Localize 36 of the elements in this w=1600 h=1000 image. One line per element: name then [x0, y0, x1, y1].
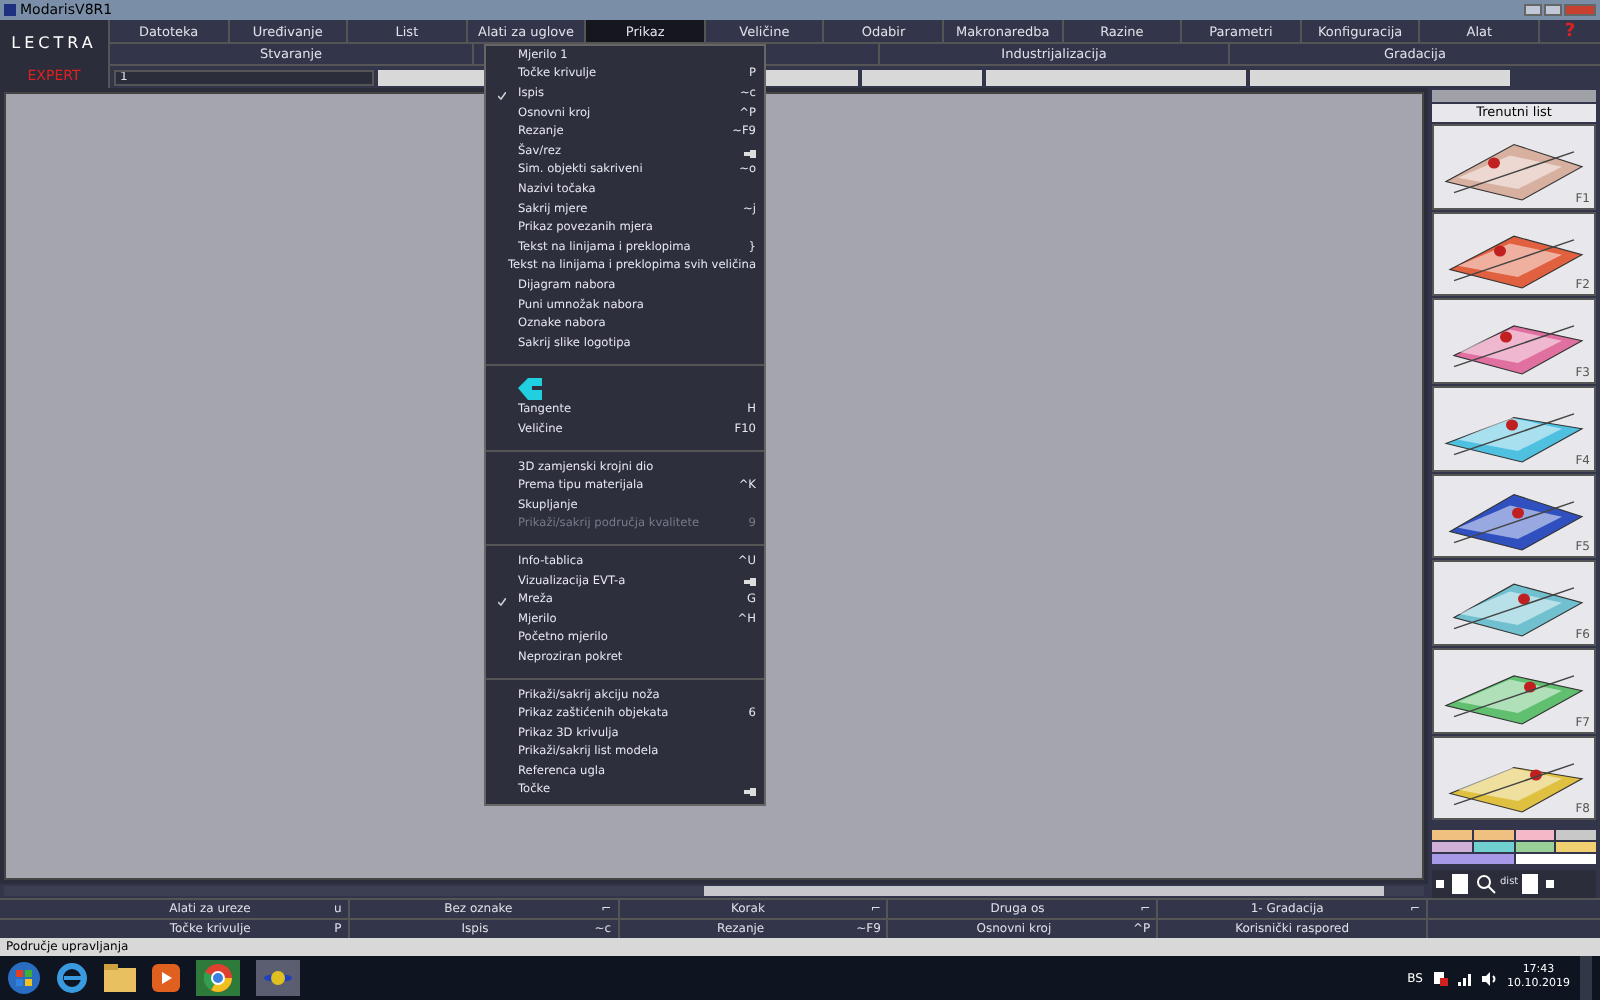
value-field[interactable]	[862, 69, 982, 85]
media-icon[interactable]	[152, 964, 180, 992]
flag-icon[interactable]	[1433, 971, 1447, 985]
color-swatch[interactable]	[1556, 842, 1596, 853]
brand-logo: LECTRA	[11, 31, 97, 55]
color-swatch[interactable]	[1515, 854, 1596, 865]
folder-icon[interactable]	[104, 964, 136, 992]
color-swatch[interactable]	[1556, 830, 1596, 841]
color-swatch[interactable]	[1432, 842, 1472, 853]
taskbar-button[interactable]	[196, 960, 240, 996]
logo-icon	[518, 377, 542, 399]
app-icon	[4, 4, 16, 16]
speaker-icon[interactable]	[1481, 971, 1497, 985]
page-icon[interactable]	[1436, 874, 1472, 895]
scroll-track[interactable]	[4, 886, 1424, 896]
color-swatch[interactable]	[1515, 842, 1555, 853]
signal-icon[interactable]	[1457, 971, 1471, 985]
check-icon	[498, 91, 506, 100]
color-swatch[interactable]	[1432, 854, 1513, 865]
start-icon[interactable]	[8, 962, 40, 994]
maximize-button[interactable]	[1544, 4, 1562, 16]
color-swatch[interactable]	[1432, 830, 1472, 841]
browser-icon[interactable]	[56, 962, 88, 994]
color-swatch[interactable]	[1473, 830, 1513, 841]
value-field[interactable]	[986, 69, 1246, 85]
value-field[interactable]	[1250, 69, 1510, 85]
color-swatch[interactable]	[1473, 842, 1513, 853]
scroll-thumb[interactable]	[704, 886, 1384, 896]
check-icon	[498, 598, 506, 607]
search-icon[interactable]	[1476, 874, 1496, 895]
minimize-button[interactable]	[1524, 4, 1542, 16]
color-swatch[interactable]	[1515, 830, 1555, 841]
page-icon[interactable]	[1522, 874, 1559, 895]
taskbar-button[interactable]	[256, 960, 300, 996]
chrome-icon	[204, 964, 232, 992]
planet-icon	[264, 966, 292, 990]
